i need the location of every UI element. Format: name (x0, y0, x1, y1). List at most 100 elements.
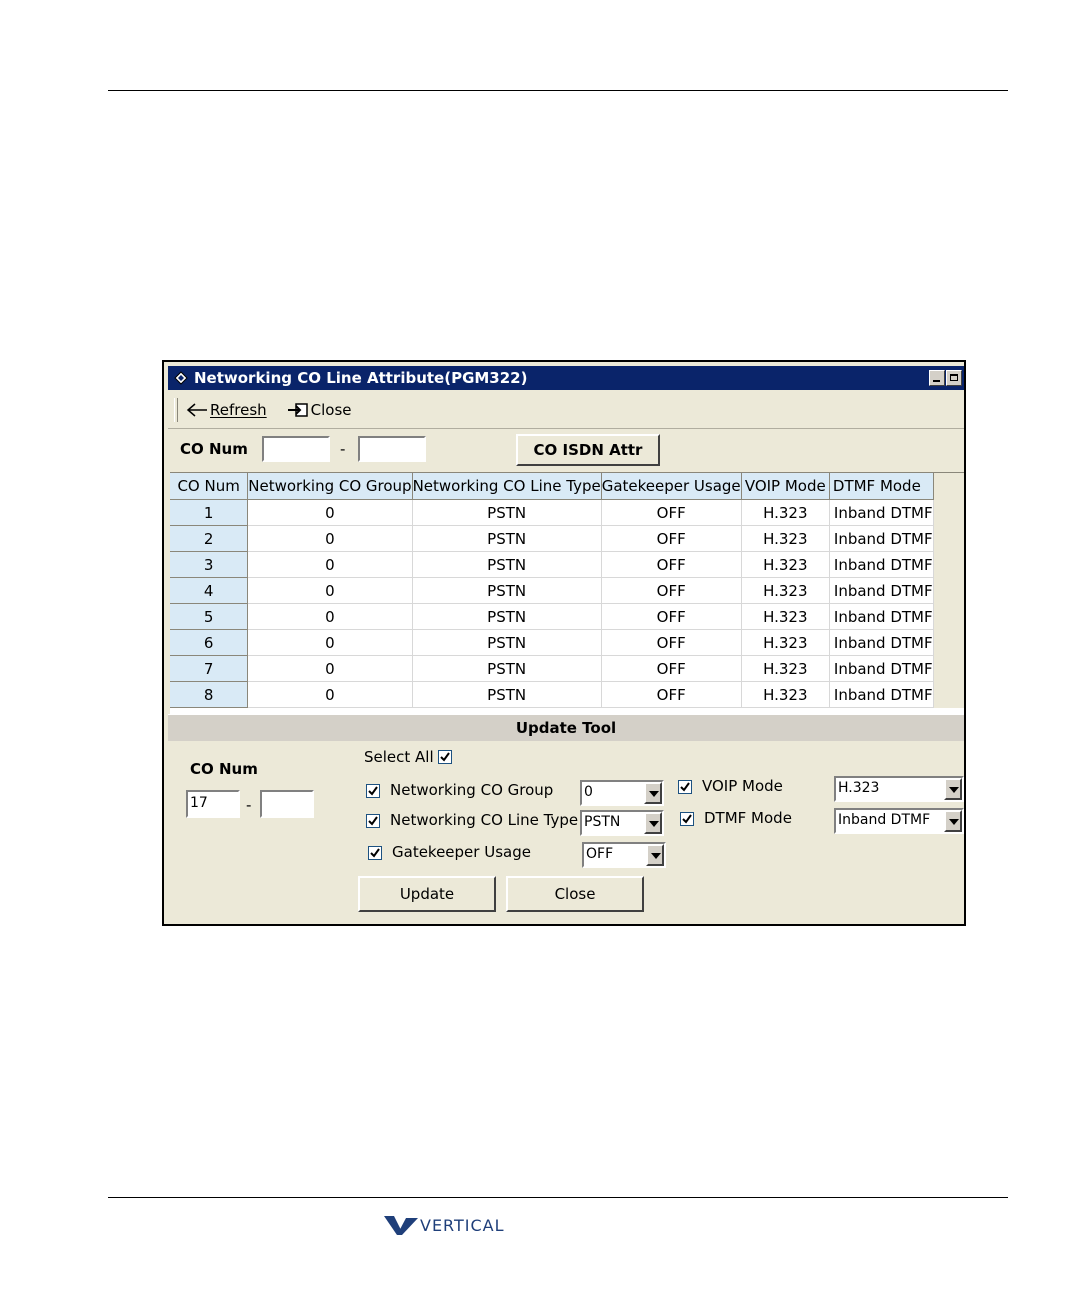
chevron-down-icon[interactable] (944, 778, 962, 800)
update-tool-title: Update Tool (515, 719, 617, 737)
voip-mode-checkbox[interactable] (678, 780, 692, 794)
table-row[interactable]: 3 0 PSTN OFF H.323 Inband DTMF (170, 551, 964, 578)
chevron-down-icon[interactable] (646, 844, 664, 866)
dtmf-mode-value: Inband DTMF (838, 812, 931, 828)
table-row[interactable]: 1 0 PSTN OFF H.323 Inband DTMF (170, 499, 964, 526)
chevron-down-icon[interactable] (944, 810, 962, 832)
table-cell[interactable]: H.323 (741, 499, 830, 526)
networking-co-group-checkbox[interactable] (366, 784, 380, 798)
table-cell[interactable]: Inband DTMF (829, 577, 934, 604)
co-num-to-input[interactable] (358, 436, 426, 462)
update-co-num-to-input[interactable] (260, 790, 314, 818)
row-header-cell[interactable]: 4 (170, 577, 249, 604)
table-cell[interactable]: H.323 (741, 629, 830, 656)
table-cell[interactable]: 0 (247, 525, 413, 552)
table-cell[interactable]: OFF (601, 655, 742, 682)
table-cell[interactable]: PSTN (412, 629, 602, 656)
table-cell[interactable]: OFF (601, 499, 742, 526)
table-cell[interactable]: PSTN (412, 655, 602, 682)
chevron-down-icon[interactable] (644, 812, 662, 834)
voip-mode-select[interactable]: H.323 (834, 776, 964, 802)
logo-text: VERTICAL (420, 1215, 505, 1235)
refresh-button[interactable]: Refresh (186, 401, 267, 419)
dtmf-mode-checkbox[interactable] (680, 812, 694, 826)
table-cell[interactable]: Inband DTMF (829, 655, 934, 682)
table-cell[interactable]: OFF (601, 577, 742, 604)
table-cell[interactable]: Inband DTMF (829, 499, 934, 526)
vertical-logo: VERTICAL (384, 1214, 505, 1236)
table-cell[interactable]: H.323 (741, 603, 830, 630)
update-tool-panel: CO Num 17 - Select All Networking CO Gro… (164, 742, 964, 922)
table-cell[interactable]: 0 (247, 629, 413, 656)
networking-co-line-type-select[interactable]: PSTN (580, 810, 664, 836)
select-all-checkbox[interactable] (438, 750, 452, 764)
column-header[interactable]: CO Num (170, 473, 249, 500)
window-title: Networking CO Line Attribute(PGM322) (194, 369, 528, 387)
table-cell[interactable]: 0 (247, 603, 413, 630)
row-header-cell[interactable]: 1 (170, 499, 249, 526)
row-header-cell[interactable]: 2 (170, 525, 249, 552)
table-cell[interactable]: PSTN (412, 577, 602, 604)
table-cell[interactable]: H.323 (741, 551, 830, 578)
co-num-from-input[interactable] (262, 436, 330, 462)
update-co-num-from-input[interactable]: 17 (186, 790, 240, 818)
column-header[interactable]: Networking CO Line Type (412, 473, 602, 500)
table-cell[interactable]: H.323 (741, 655, 830, 682)
table-cell[interactable]: PSTN (412, 525, 602, 552)
networking-co-line-type-checkbox[interactable] (366, 814, 380, 828)
networking-co-group-select[interactable]: 0 (580, 780, 664, 806)
table-cell[interactable]: OFF (601, 525, 742, 552)
row-header-cell[interactable]: 6 (170, 629, 249, 656)
column-header[interactable]: DTMF Mode (829, 473, 934, 500)
toolbar-grip[interactable] (174, 398, 178, 422)
table-cell[interactable]: PSTN (412, 603, 602, 630)
row-header-cell[interactable]: 7 (170, 655, 249, 682)
table-row[interactable]: 4 0 PSTN OFF H.323 Inband DTMF (170, 577, 964, 604)
table-cell[interactable]: Inband DTMF (829, 681, 934, 708)
table-cell[interactable]: 0 (247, 655, 413, 682)
table-cell[interactable]: 0 (247, 499, 413, 526)
row-filler (933, 681, 964, 708)
gatekeeper-usage-checkbox[interactable] (368, 846, 382, 860)
table-row[interactable]: 6 0 PSTN OFF H.323 Inband DTMF (170, 629, 964, 656)
row-header-cell[interactable]: 8 (170, 681, 249, 708)
table-cell[interactable]: Inband DTMF (829, 525, 934, 552)
table-row[interactable]: 7 0 PSTN OFF H.323 Inband DTMF (170, 655, 964, 682)
close-toolbar-button[interactable]: Close (287, 401, 352, 419)
table-cell[interactable]: 0 (247, 577, 413, 604)
table-cell[interactable]: 0 (247, 681, 413, 708)
table-row[interactable]: 8 0 PSTN OFF H.323 Inband DTMF (170, 681, 964, 708)
column-header[interactable]: VOIP Mode (741, 473, 830, 500)
table-cell[interactable]: OFF (601, 681, 742, 708)
row-header-cell[interactable]: 5 (170, 603, 249, 630)
column-header[interactable]: Gatekeeper Usage (601, 473, 742, 500)
table-cell[interactable]: PSTN (412, 681, 602, 708)
table-cell[interactable]: Inband DTMF (829, 551, 934, 578)
table-cell[interactable]: PSTN (412, 499, 602, 526)
chevron-down-icon[interactable] (644, 782, 662, 804)
table-cell[interactable]: OFF (601, 551, 742, 578)
title-bar[interactable]: Networking CO Line Attribute(PGM322) (168, 366, 964, 390)
co-isdn-attr-button[interactable]: CO ISDN Attr (516, 434, 660, 466)
networking-co-line-type-value: PSTN (584, 814, 621, 830)
table-cell[interactable]: OFF (601, 603, 742, 630)
gatekeeper-usage-select[interactable]: OFF (582, 842, 666, 868)
table-cell[interactable]: OFF (601, 629, 742, 656)
row-header-cell[interactable]: 3 (170, 551, 249, 578)
row-filler (933, 525, 964, 552)
table-cell[interactable]: Inband DTMF (829, 629, 934, 656)
table-cell[interactable]: Inband DTMF (829, 603, 934, 630)
table-cell[interactable]: H.323 (741, 681, 830, 708)
dtmf-mode-select[interactable]: Inband DTMF (834, 808, 964, 834)
column-header[interactable]: Networking CO Group (247, 473, 413, 500)
maximize-button[interactable] (946, 370, 962, 386)
table-cell[interactable]: H.323 (741, 577, 830, 604)
minimize-button[interactable] (929, 370, 945, 386)
table-row[interactable]: 5 0 PSTN OFF H.323 Inband DTMF (170, 603, 964, 630)
table-cell[interactable]: 0 (247, 551, 413, 578)
table-cell[interactable]: H.323 (741, 525, 830, 552)
table-row[interactable]: 2 0 PSTN OFF H.323 Inband DTMF (170, 525, 964, 552)
table-cell[interactable]: PSTN (412, 551, 602, 578)
close-button[interactable]: Close (506, 876, 644, 912)
update-button[interactable]: Update (358, 876, 496, 912)
